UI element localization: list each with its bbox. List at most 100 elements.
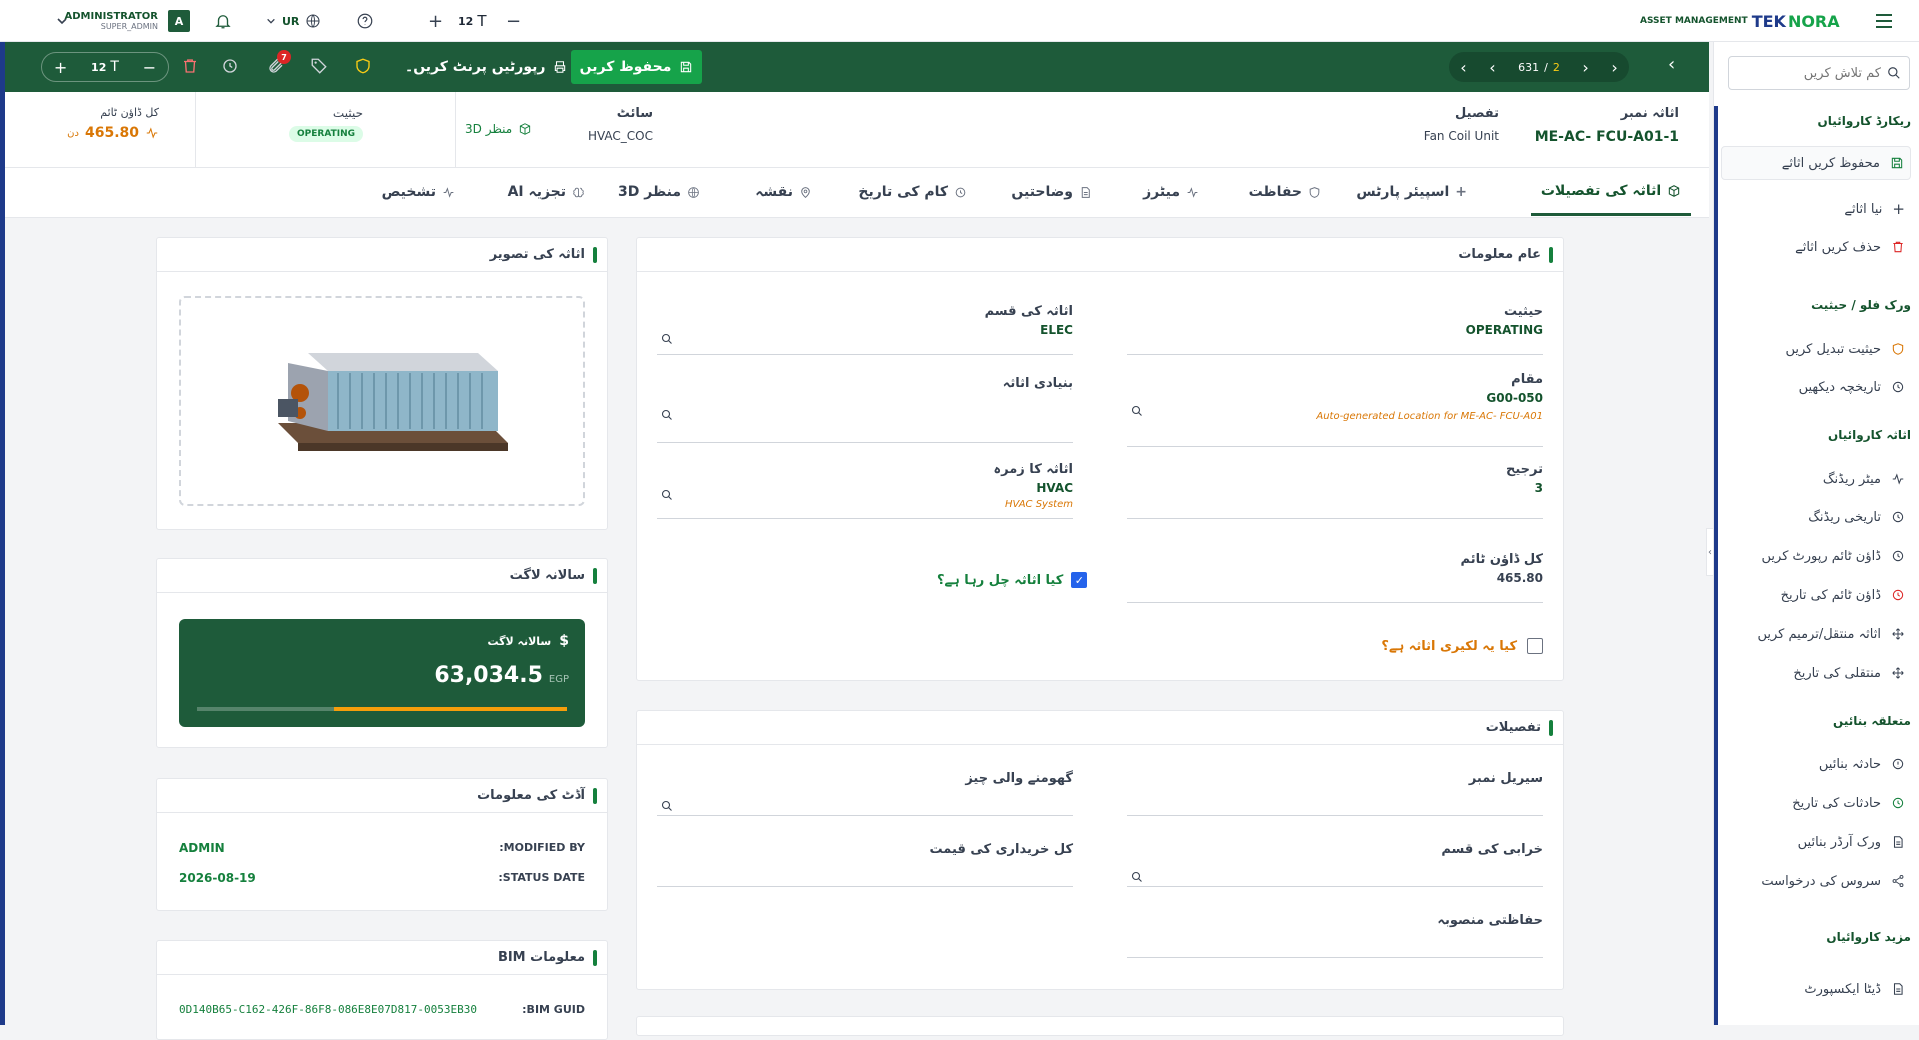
globe-icon — [688, 186, 699, 198]
asset-class-field[interactable]: اثاثہ کی قسم ELEC — [657, 304, 1073, 355]
trash-icon — [1893, 241, 1903, 253]
sidebar-item-change-status[interactable]: حیثیت تبدیل کریں — [1721, 332, 1911, 366]
cost-progress-fill — [333, 707, 567, 711]
asset-group-field[interactable]: اثاثہ کا زمرہ HVAC HVAC System — [657, 462, 1073, 519]
user-name: ADMINISTRATOR — [64, 11, 158, 22]
audit-info-card: آڈٹ کی معلومات :MODIFIED BY ADMIN :STATU… — [156, 778, 608, 911]
tab-work-history[interactable]: کام کی تاریخ — [858, 168, 967, 216]
sidebar-item-create-incident[interactable]: حادثہ بنائیں — [1721, 747, 1911, 781]
asset-description: تفصیل Fan Coil Unit — [1423, 106, 1499, 143]
image-dropzone[interactable] — [179, 296, 585, 506]
attachment-icon[interactable]: 7 — [267, 50, 291, 79]
clock-icon — [1892, 550, 1904, 562]
status-field[interactable]: حیثیت OPERATING — [1127, 304, 1543, 355]
avatar[interactable]: A — [168, 0, 190, 42]
tab-spare-parts[interactable]: + اسپیئر پارٹس — [1356, 168, 1467, 216]
checkbox-unchecked[interactable] — [1527, 638, 1543, 654]
status-date-label: :STATUS DATE — [498, 871, 585, 884]
search-icon[interactable] — [661, 797, 673, 816]
card-header: سالانہ لاگت — [157, 559, 607, 593]
tab-meters[interactable]: میٹرز — [1143, 168, 1199, 216]
bell-icon[interactable] — [214, 0, 232, 42]
sidebar-item-view-history[interactable]: تاریخچہ دیکھیں — [1721, 370, 1911, 404]
sidebar-item-create-work-order[interactable]: ورک آرڈر بنائیں — [1721, 825, 1911, 859]
font-decrease-button[interactable]: − — [506, 0, 521, 42]
history-icon — [955, 187, 966, 197]
serial-number-field[interactable]: سیریل نمبر — [1127, 771, 1543, 816]
search-icon[interactable] — [661, 486, 673, 505]
sidebar-item-move-asset[interactable]: اثاثہ منتقل/ترمیم کریں — [1721, 617, 1911, 651]
font-decrease-button[interactable]: − — [143, 58, 156, 77]
font-increase-button[interactable]: + — [428, 0, 443, 42]
history-icon — [1892, 797, 1904, 809]
bim-guid-value: 0D140B65-C162-426F-86F8-086E8E07D817-005… — [179, 1003, 478, 1016]
parent-asset-field[interactable]: بنیادی اثاثہ — [657, 376, 1073, 443]
back-chevron-icon[interactable]: ‹ — [1668, 54, 1675, 75]
printer-icon — [555, 61, 566, 73]
asset-image-card: اثاثہ کی تصویر — [156, 237, 608, 530]
hamburger-menu-icon[interactable] — [1874, 0, 1894, 42]
sidebar-item-incident-history[interactable]: حادثات کی تاریخ — [1721, 786, 1911, 820]
search-icon[interactable] — [661, 406, 673, 425]
checkbox-checked[interactable]: ✓ — [1071, 572, 1088, 588]
sidebar-item-report-downtime[interactable]: ڈاؤن ٹائم رپورٹ کریں — [1721, 539, 1911, 573]
asset-status: حیثیت OPERATING — [283, 106, 363, 142]
next-record-button[interactable]: › — [1582, 58, 1588, 77]
history-icon[interactable] — [221, 57, 239, 79]
cube-icon — [520, 123, 531, 135]
help-icon[interactable] — [356, 0, 374, 42]
sidebar-item-historic-reading[interactable]: تاریخی ریڈنگ — [1721, 500, 1911, 534]
tab-3d-view[interactable]: 3D منظر — [618, 168, 700, 216]
tab-asset-details[interactable]: اثاثہ کی تفصیلات — [1531, 168, 1691, 216]
tab-safety[interactable]: حفاظت — [1249, 168, 1321, 216]
view-3d-link[interactable]: 3D منظر — [465, 122, 532, 136]
sidebar-item-delete-asset[interactable]: حذف کریں اثاثے — [1721, 230, 1911, 264]
search-icon[interactable] — [1131, 402, 1143, 421]
brand-logo: ASSET MANAGEMENT TEK NORA — [1640, 11, 1840, 31]
priority-field[interactable]: ترجیح 3 — [1127, 462, 1543, 519]
language-selector[interactable]: UR — [266, 0, 321, 42]
tab-diagnosis[interactable]: تشخیص — [382, 168, 455, 216]
tab-map[interactable]: نقشہ — [755, 168, 812, 216]
cost-progress-track — [197, 707, 567, 711]
downtime-field[interactable]: کل ڈاؤن ٹائم 465.80 — [1127, 552, 1543, 603]
tab-ai-analysis[interactable]: AI تجزیہ — [508, 168, 585, 216]
sidebar-item-new-asset[interactable]: + نیا اثاثے — [1721, 192, 1911, 226]
failure-class-field[interactable]: خرابی کی قسم — [1127, 842, 1543, 887]
search-input[interactable] — [1729, 57, 1909, 89]
last-record-button[interactable]: › — [1611, 58, 1617, 77]
sidebar-item-data-export[interactable]: ڈیٹا ایکسپورٹ — [1721, 972, 1911, 1006]
location-field[interactable]: مقام G00-050 Auto-generated Location for… — [1127, 372, 1543, 447]
tab-specifications[interactable]: وضاحتیں — [1011, 168, 1092, 216]
sidebar-item-move-history[interactable]: منتقلی کی تاریخ — [1721, 656, 1911, 690]
search-icon[interactable] — [1131, 868, 1143, 887]
tag-icon[interactable] — [310, 57, 328, 79]
status-date-value: 2026-08-19 — [179, 871, 256, 885]
prev-record-button[interactable]: ‹ — [1489, 58, 1495, 77]
is-linear-checkbox[interactable]: کیا یہ لکیری اثاثہ ہے؟ — [1381, 638, 1543, 654]
sidebar-collapse-handle[interactable]: ‹ — [1706, 528, 1714, 576]
user-role: SUPER_ADMIN — [100, 22, 158, 31]
search-icon[interactable] — [661, 330, 673, 349]
sidebar-item-meter-reading[interactable]: میٹر ریڈنگ — [1721, 462, 1911, 496]
rotating-item-field[interactable]: گھومنے والی چیز — [657, 771, 1073, 816]
user-info[interactable]: ADMINISTRATOR SUPER_ADMIN — [64, 0, 158, 42]
purchase-price-field[interactable]: کل خریداری کی قیمت — [657, 842, 1073, 887]
action-bar: + 12 T − 7 رپورٹیں پرنٹ کریں۔ محفوظ کریں… — [5, 42, 1709, 92]
is-running-checkbox[interactable]: ✓ کیا اثاثہ چل رہا ہے؟ — [937, 572, 1088, 588]
trash-icon[interactable] — [181, 57, 199, 79]
save-button[interactable]: محفوظ کریں — [571, 50, 702, 84]
font-increase-button[interactable]: + — [54, 58, 67, 77]
shield-icon[interactable] — [354, 57, 372, 79]
first-record-button[interactable]: ‹ — [1460, 58, 1466, 77]
sidebar-item-service-request[interactable]: سروس کی درخواست — [1721, 864, 1911, 898]
sidebar-item-save-asset[interactable]: محفوظ کریں اثاثے — [1721, 146, 1911, 180]
sidebar-item-downtime-history[interactable]: ڈاؤن ٹائم کی تاریخ — [1721, 578, 1911, 612]
details-card: تفصیلات سیریل نمبر گھومنے والی چیز خرابی… — [636, 710, 1564, 990]
sidebar-search[interactable] — [1728, 56, 1910, 90]
card-header: تفصیلات — [637, 711, 1563, 745]
safety-plan-field[interactable]: حفاظتی منصوبہ — [1127, 913, 1543, 958]
print-reports-button[interactable]: رپورٹیں پرنٹ کریں۔ — [405, 52, 567, 82]
brain-icon — [573, 187, 584, 197]
history-icon — [1892, 511, 1904, 523]
